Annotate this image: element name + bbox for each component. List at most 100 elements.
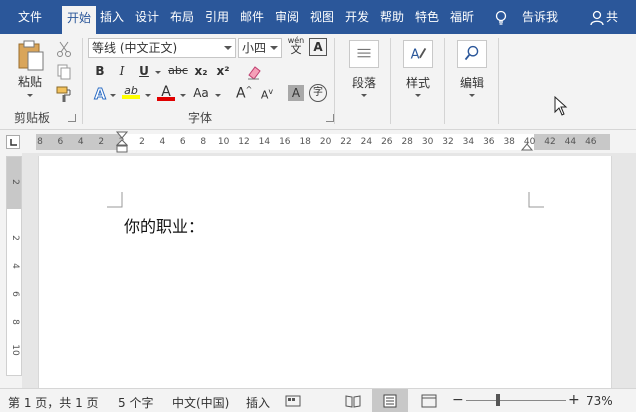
vertical-ruler-mark: 4	[10, 263, 20, 269]
font-color-dropdown[interactable]	[180, 94, 186, 97]
subscript-button[interactable]: x₂	[193, 64, 209, 78]
font-color-button[interactable]: A	[157, 84, 175, 101]
divider	[498, 38, 499, 124]
print-layout-view-button[interactable]	[372, 389, 408, 412]
zoom-out-button[interactable]: −	[452, 392, 464, 408]
superscript-button[interactable]: x²	[215, 64, 231, 78]
zoom-slider-track[interactable]	[466, 400, 566, 401]
document-text[interactable]: 你的职业：	[124, 213, 204, 237]
text-effects-button[interactable]: A	[92, 85, 108, 104]
font-launcher-icon[interactable]	[326, 114, 334, 122]
clipboard-launcher-icon[interactable]	[68, 114, 76, 122]
language-indicator[interactable]: 中文(中国)	[172, 394, 229, 411]
highlight-dropdown[interactable]	[145, 94, 151, 97]
ribbon-home: 粘贴 剪贴板 等线 (中文正文) 小四 wén 文 A B I U abc x₂ …	[0, 34, 636, 130]
styles-dropdown[interactable]	[415, 94, 421, 97]
tab-file[interactable]: 文件	[10, 0, 50, 34]
tab-insert[interactable]: 插入	[96, 0, 128, 34]
tab-references[interactable]: 引用	[201, 0, 233, 34]
paragraph-label[interactable]: 段落	[346, 74, 382, 91]
change-case-dropdown[interactable]	[215, 94, 221, 97]
tab-special[interactable]: 特色	[411, 0, 443, 34]
zoom-in-button[interactable]: +	[568, 392, 580, 408]
ruler-mark: 46	[585, 137, 597, 147]
person-icon[interactable]	[590, 10, 604, 26]
tab-layout[interactable]: 布局	[166, 0, 198, 34]
zoom-slider-thumb[interactable]	[496, 394, 500, 406]
font-size-value: 小四	[242, 41, 267, 55]
vertical-ruler-mark: 10	[10, 344, 20, 356]
vertical-ruler[interactable]: 2 2 4 6 8 10	[6, 156, 22, 376]
right-indent-marker-icon[interactable]	[521, 141, 533, 151]
enclose-characters-button[interactable]: 字	[309, 84, 327, 102]
web-layout-icon[interactable]	[421, 394, 437, 408]
styles-button[interactable]: A	[403, 40, 433, 68]
insert-mode-indicator[interactable]: 插入	[246, 394, 270, 411]
phonetic-guide-button[interactable]: wén 文	[286, 36, 306, 55]
ruler-mark: 6	[57, 137, 64, 147]
page-count[interactable]: 第 1 页，共 1 页	[8, 394, 99, 411]
tab-developer[interactable]: 开发	[341, 0, 373, 34]
mouse-pointer-icon	[554, 96, 568, 116]
ruler-mark: 2	[98, 137, 105, 147]
styles-label[interactable]: 样式	[400, 74, 436, 91]
paragraph-icon	[357, 48, 371, 58]
indent-marker-icon[interactable]	[116, 131, 128, 153]
highlight-button[interactable]: ab	[122, 84, 140, 99]
tab-foxit[interactable]: 福昕	[446, 0, 478, 34]
grow-font-button[interactable]: A^	[236, 85, 252, 102]
paste-icon[interactable]	[16, 40, 46, 72]
clear-formatting-icon[interactable]	[245, 63, 263, 81]
paste-dropdown[interactable]	[27, 94, 33, 97]
tab-view[interactable]: 视图	[306, 0, 338, 34]
margin-corner-icon	[528, 192, 544, 208]
word-count[interactable]: 5 个字	[118, 394, 153, 411]
format-painter-icon[interactable]	[55, 85, 73, 103]
underline-dropdown[interactable]	[155, 71, 161, 74]
tab-review[interactable]: 审阅	[271, 0, 303, 34]
tab-selector[interactable]	[6, 135, 20, 149]
read-mode-icon[interactable]	[345, 394, 361, 408]
tab-home[interactable]: 开始	[62, 6, 96, 34]
font-size-combo[interactable]: 小四	[238, 38, 282, 58]
text-effects-dropdown[interactable]	[110, 94, 116, 97]
character-border-button[interactable]: A	[309, 38, 327, 56]
cut-icon[interactable]	[55, 40, 73, 58]
tell-me-button[interactable]: 告诉我	[516, 0, 564, 34]
ruler-mark: 44	[564, 137, 577, 147]
document-page[interactable]	[38, 156, 612, 388]
share-button[interactable]: 共	[606, 0, 636, 34]
zoom-level[interactable]: 73%	[586, 394, 613, 408]
ruler-mark: 20	[319, 137, 332, 147]
vertical-ruler-mark: 2	[10, 179, 20, 185]
tab-mailings[interactable]: 邮件	[236, 0, 268, 34]
paragraph-button[interactable]	[349, 40, 379, 68]
editing-dropdown[interactable]	[469, 94, 475, 97]
styles-icon: A	[411, 48, 427, 63]
chevron-down-icon[interactable]	[270, 46, 278, 50]
copy-icon[interactable]	[55, 63, 73, 81]
font-name-combo[interactable]: 等线 (中文正文)	[88, 38, 236, 58]
bold-button[interactable]: B	[93, 64, 107, 78]
paste-label[interactable]: 粘贴	[14, 73, 46, 90]
chevron-down-icon[interactable]	[224, 46, 232, 50]
change-case-button[interactable]: Aa	[191, 86, 211, 100]
tab-help[interactable]: 帮助	[376, 0, 408, 34]
editing-button[interactable]	[457, 40, 487, 68]
print-layout-icon	[383, 394, 397, 408]
shrink-font-button[interactable]: Av	[259, 87, 275, 102]
strikethrough-button[interactable]: abc	[166, 64, 190, 77]
ruler-mark: 42	[544, 137, 556, 147]
paragraph-dropdown[interactable]	[361, 94, 367, 97]
underline-button[interactable]: U	[137, 64, 151, 78]
ruler-mark: 4	[77, 137, 84, 147]
character-shading-button[interactable]: A	[288, 85, 304, 101]
margin-corner-icon	[107, 192, 123, 208]
tab-design[interactable]: 设计	[131, 0, 163, 34]
editing-label[interactable]: 编辑	[454, 74, 490, 91]
lightbulb-icon[interactable]	[494, 10, 508, 26]
ruler-mark: 22	[340, 137, 352, 147]
macro-record-icon[interactable]	[285, 394, 301, 408]
ruler-mark: 36	[483, 137, 495, 147]
italic-button[interactable]: I	[115, 64, 129, 78]
